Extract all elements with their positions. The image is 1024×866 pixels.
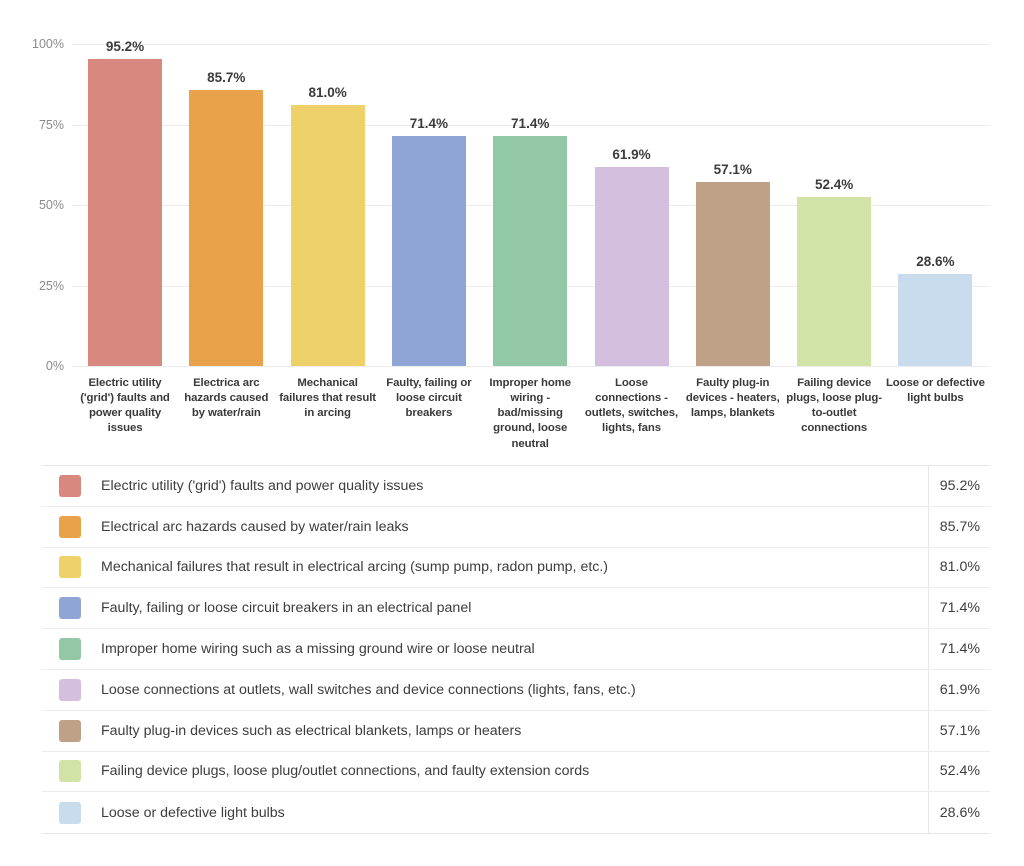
legend-row[interactable]: Faulty, failing or loose circuit breaker… bbox=[42, 588, 990, 630]
legend-label: Electrical arc hazards caused by water/r… bbox=[101, 518, 409, 535]
legend-row[interactable]: Loose connections at outlets, wall switc… bbox=[42, 669, 990, 711]
x-axis-category-label: Faulty plug-in devices - heaters, lamps,… bbox=[685, 377, 780, 420]
y-axis-tick-label: 0% bbox=[45, 359, 64, 373]
y-axis-tick-label: 50% bbox=[38, 198, 64, 212]
x-axis-category-label: Faulty, failing or loose circuit breaker… bbox=[386, 377, 472, 420]
legend-row-left: Loose or defective light bulbs bbox=[42, 792, 914, 833]
legend-label: Faulty, failing or loose circuit breaker… bbox=[101, 600, 472, 617]
bar-value-label: 52.4% bbox=[814, 177, 854, 193]
bar-slot: 71.4% bbox=[391, 44, 466, 366]
legend-color-swatch-icon bbox=[59, 678, 81, 701]
legend-row-left: Electrical arc hazards caused by water/r… bbox=[42, 507, 914, 547]
legend-value: 81.0% bbox=[928, 547, 990, 588]
legend-value: 95.2% bbox=[928, 466, 990, 506]
legend-row[interactable]: Mechanical failures that result in elect… bbox=[42, 547, 990, 589]
legend-label: Electric utility ('grid') faults and pow… bbox=[101, 477, 424, 494]
legend-label: Loose or defective light bulbs bbox=[101, 804, 285, 821]
legend-row-left: Loose connections at outlets, wall switc… bbox=[42, 670, 914, 710]
bar-slot: 52.4% bbox=[797, 44, 872, 366]
y-axis-tick-label: 100% bbox=[32, 37, 64, 51]
legend-row-left: Mechanical failures that result in elect… bbox=[42, 548, 914, 588]
legend-value: 52.4% bbox=[928, 751, 990, 792]
legend-color-swatch-icon bbox=[59, 474, 81, 497]
bar-value-label: 71.4% bbox=[409, 116, 449, 132]
gridline bbox=[72, 366, 990, 367]
legend-label: Faulty plug-in devices such as electrica… bbox=[101, 722, 522, 739]
legend-value: 61.9% bbox=[928, 669, 990, 710]
legend-row-left: Faulty plug-in devices such as electrica… bbox=[42, 711, 914, 751]
x-axis-category-label: Electrica arc hazards caused by water/ra… bbox=[184, 377, 269, 420]
legend-row-left: Electric utility ('grid') faults and pow… bbox=[42, 466, 914, 506]
legend-color-swatch-icon bbox=[59, 515, 81, 538]
bar-slot: 71.4% bbox=[493, 44, 568, 366]
bar-slot: 28.6% bbox=[898, 44, 973, 366]
bar-value-label: 95.2% bbox=[105, 39, 145, 55]
bar[interactable] bbox=[797, 197, 872, 366]
bar-slot: 81.0% bbox=[290, 44, 365, 366]
x-axis-category-label: Loose or defective light bulbs bbox=[885, 377, 985, 405]
legend-value: 85.7% bbox=[928, 506, 990, 547]
x-axis-category-label: Failing device plugs, loose plug-to-outl… bbox=[786, 377, 882, 435]
bar[interactable] bbox=[88, 59, 162, 366]
legend-table: Electric utility ('grid') faults and pow… bbox=[42, 465, 990, 835]
bar-value-label: 28.6% bbox=[916, 253, 955, 269]
legend-color-swatch-icon bbox=[59, 556, 81, 579]
bar[interactable] bbox=[290, 105, 365, 366]
legend-color-swatch-icon bbox=[59, 719, 81, 742]
bar-value-label: 81.0% bbox=[308, 85, 347, 101]
legend-row-left: Faulty, failing or loose circuit breaker… bbox=[42, 588, 914, 628]
x-axis-category-label: Loose connections - outlets, switches, l… bbox=[584, 377, 679, 435]
legend-label: Failing device plugs, loose plug/outlet … bbox=[101, 763, 590, 780]
legend-color-swatch-icon bbox=[59, 597, 81, 620]
y-axis-tick-label: 25% bbox=[38, 278, 64, 293]
legend-color-swatch-icon bbox=[59, 638, 81, 661]
legend-row-left: Failing device plugs, loose plug/outlet … bbox=[42, 752, 914, 792]
bar-value-label: 85.7% bbox=[207, 70, 246, 86]
bar[interactable] bbox=[189, 90, 264, 366]
x-axis-category-label: Mechanical failures that result in arcin… bbox=[279, 377, 376, 420]
bar[interactable] bbox=[898, 273, 973, 366]
legend-color-swatch-icon bbox=[59, 801, 81, 824]
legend-value: 28.6% bbox=[928, 792, 990, 834]
bar[interactable] bbox=[594, 166, 669, 366]
x-axis-category-label: Electric utility ('grid') faults and pow… bbox=[80, 377, 170, 435]
legend-value: 57.1% bbox=[928, 710, 990, 751]
bar-value-label: 57.1% bbox=[713, 162, 752, 178]
bar-value-label: 71.4% bbox=[511, 116, 550, 132]
bar-chart: 0% 25% 50% 75% 100% 95.2% 85.7% 81.0% 71.4% 71.4… bbox=[0, 0, 1024, 460]
bar[interactable] bbox=[391, 136, 466, 366]
legend-row[interactable]: Faulty plug-in devices such as electrica… bbox=[42, 710, 990, 752]
legend-label: Improper home wiring such as a missing g… bbox=[101, 641, 535, 658]
bar-slot: 95.2% bbox=[88, 39, 162, 366]
legend-row[interactable]: Failing device plugs, loose plug/outlet … bbox=[42, 751, 990, 793]
legend-row-left: Improper home wiring such as a missing g… bbox=[42, 629, 914, 669]
legend-row[interactable]: Electric utility ('grid') faults and pow… bbox=[42, 466, 990, 507]
legend-label: Mechanical failures that result in elect… bbox=[101, 559, 609, 576]
bar-slot: 61.9% bbox=[594, 44, 669, 366]
legend-label: Loose connections at outlets, wall switc… bbox=[101, 681, 636, 698]
bar[interactable] bbox=[493, 136, 568, 366]
legend-row[interactable]: Electrical arc hazards caused by water/r… bbox=[42, 506, 990, 548]
plot-area: 95.2% 85.7% 81.0% 71.4% 71.4% 61.9% 57.1% 52.4%… bbox=[72, 39, 990, 367]
legend-color-swatch-icon bbox=[59, 760, 81, 783]
bar[interactable] bbox=[695, 182, 770, 366]
bar-slot: 57.1% bbox=[695, 44, 770, 366]
legend-value: 71.4% bbox=[928, 629, 990, 669]
bar-value-label: 61.9% bbox=[612, 146, 651, 162]
legend-row[interactable]: Loose or defective light bulbs 28.6% bbox=[42, 792, 990, 834]
legend-row[interactable]: Improper home wiring such as a missing g… bbox=[42, 629, 990, 670]
y-axis-tick-label: 75% bbox=[38, 117, 64, 132]
x-axis-category-label: Improper home wiring - bad/missing groun… bbox=[489, 377, 571, 450]
bar-slot: 85.7% bbox=[189, 44, 264, 366]
legend-value: 71.4% bbox=[928, 588, 990, 629]
